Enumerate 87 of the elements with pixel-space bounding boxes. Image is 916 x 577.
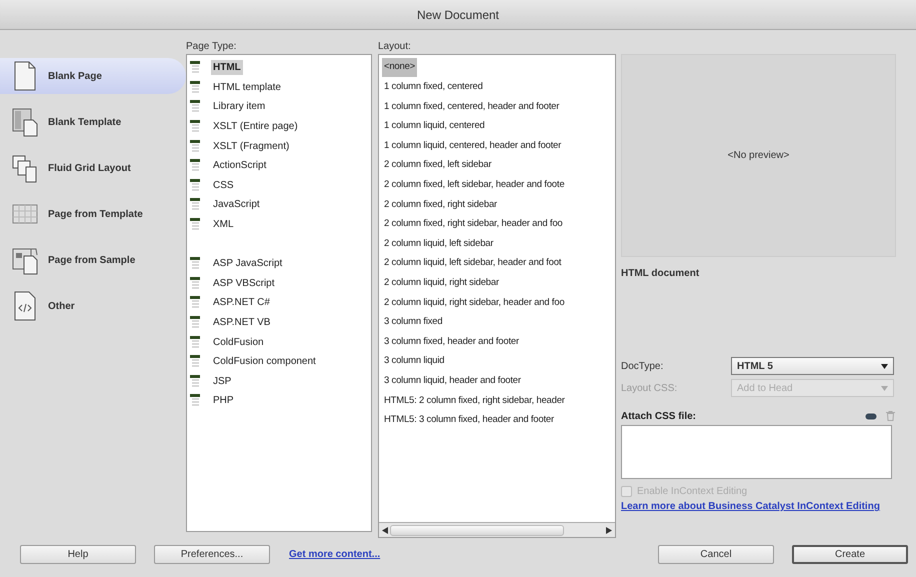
layout-item[interactable]: 2 column liquid, right sidebar bbox=[382, 276, 501, 290]
page-type-item[interactable]: HTML bbox=[190, 58, 371, 78]
dropdown-arrow-icon bbox=[881, 386, 888, 390]
layout-item[interactable]: 1 column fixed, centered, header and footer bbox=[382, 100, 562, 114]
document-icon bbox=[190, 276, 201, 290]
page-type-item[interactable]: XML bbox=[190, 214, 371, 234]
layout-item[interactable]: 2 column liquid, left sidebar bbox=[382, 236, 496, 252]
layout-item[interactable]: 3 column fixed bbox=[382, 315, 444, 330]
code-icon bbox=[12, 291, 38, 321]
document-icon bbox=[190, 100, 201, 114]
page-type-item[interactable]: ColdFusion bbox=[190, 332, 371, 352]
layout-item[interactable]: 1 column liquid, centered bbox=[382, 119, 487, 134]
fluid-icon bbox=[12, 153, 38, 183]
document-icon bbox=[190, 336, 201, 349]
link-icon[interactable] bbox=[865, 412, 877, 420]
category-item[interactable]: Page from Template bbox=[0, 196, 186, 232]
layout-item[interactable]: 2 column liquid, right sidebar, header and foo bbox=[382, 296, 566, 310]
dropdown-arrow-icon bbox=[881, 364, 888, 368]
scroll-right-icon[interactable] bbox=[606, 526, 612, 534]
preview-text: <No preview> bbox=[728, 149, 790, 163]
page-type-item[interactable]: XSLT (Fragment) bbox=[190, 136, 371, 156]
doctype-label: DocType: bbox=[621, 360, 664, 374]
document-icon bbox=[190, 316, 201, 330]
page-type-item[interactable]: ASP VBScript bbox=[190, 274, 371, 294]
document-icon bbox=[190, 257, 201, 270]
page-type-item[interactable]: JSP bbox=[190, 372, 371, 392]
page-type-item[interactable]: Library item bbox=[190, 97, 371, 117]
page-type-item[interactable]: ColdFusion component bbox=[190, 352, 371, 372]
layout-item[interactable]: 2 column fixed, left sidebar bbox=[382, 158, 494, 173]
layout-css-label: Layout CSS: bbox=[621, 382, 678, 396]
document-icon bbox=[190, 374, 201, 388]
category-item[interactable]: Fluid Grid Layout bbox=[0, 150, 186, 186]
template-icon bbox=[12, 107, 38, 137]
category-item[interactable]: Blank Template bbox=[0, 104, 186, 140]
layout-item[interactable]: 3 column liquid, header and footer bbox=[382, 374, 523, 388]
horizontal-scrollbar[interactable] bbox=[379, 522, 615, 537]
layout-item[interactable]: 2 column fixed, left sidebar, header and foote bbox=[382, 178, 566, 192]
page-type-item[interactable]: PHP bbox=[190, 391, 371, 411]
category-item[interactable]: Page from Sample bbox=[0, 242, 186, 278]
layout-item[interactable]: 2 column fixed, right sidebar bbox=[382, 198, 500, 212]
layout-item[interactable]: 3 column fixed, header and footer bbox=[382, 334, 521, 350]
page-type-item[interactable]: ActionScript bbox=[190, 156, 371, 176]
document-icon bbox=[190, 198, 201, 212]
page-type-item[interactable]: XSLT (Entire page) bbox=[190, 116, 371, 136]
page-icon bbox=[12, 61, 38, 91]
document-icon bbox=[190, 394, 201, 408]
layout-item[interactable]: HTML5: 3 column fixed, header and footer bbox=[382, 413, 556, 428]
learn-more-link[interactable]: Learn more about Business Catalyst InContext Editing bbox=[621, 501, 886, 513]
document-icon bbox=[190, 120, 201, 134]
page-type-item[interactable]: HTML template bbox=[190, 78, 371, 98]
page-type-label: Page Type: bbox=[186, 40, 238, 54]
layout-label: Layout: bbox=[378, 40, 412, 54]
get-more-content-link[interactable]: Get more content... bbox=[289, 546, 380, 562]
layout-item[interactable]: 2 column liquid, left sidebar, header and foot bbox=[382, 256, 564, 271]
dialog-button[interactable]: Cancel bbox=[658, 544, 774, 564]
document-icon bbox=[190, 296, 201, 310]
layout-item[interactable]: 3 column liquid bbox=[382, 354, 446, 369]
layout-item[interactable]: <none> bbox=[382, 58, 418, 77]
category-item[interactable]: Other bbox=[0, 288, 186, 324]
layout-item[interactable]: HTML5: 2 column fixed, right sidebar, header bbox=[382, 394, 567, 408]
document-icon bbox=[190, 140, 201, 153]
layout-item[interactable]: 1 column fixed, centered bbox=[382, 80, 485, 94]
page-type-item[interactable]: ASP.NET VB bbox=[190, 312, 371, 332]
document-icon bbox=[190, 61, 201, 74]
dialog-button[interactable]: Help bbox=[20, 544, 136, 564]
page-type-item[interactable]: ASP JavaScript bbox=[190, 254, 371, 274]
page-type-item[interactable]: ASP.NET C# bbox=[190, 293, 371, 313]
scroll-left-icon[interactable] bbox=[382, 526, 388, 534]
doctype-select[interactable]: HTML 5 bbox=[731, 357, 894, 375]
dialog-button[interactable]: Preferences... bbox=[154, 544, 270, 564]
attach-css-label: Attach CSS file: bbox=[621, 410, 698, 424]
layout-item[interactable]: 1 column liquid, centered, header and footer bbox=[382, 138, 564, 154]
page-type-list[interactable]: HTML HTML template Library item XSLT (Entire page) XSLT (Fragment) ActionScript CSS JavaScript XML ASP JavaScript ASP VBScript ASP.NET C# ASP.NET VB ColdFusion ColdFusion component JSP PHP bbox=[186, 54, 372, 532]
description-text: HTML document bbox=[621, 267, 700, 281]
css-file-list[interactable] bbox=[621, 425, 892, 479]
window-title: New Document bbox=[416, 6, 500, 24]
layout-item[interactable]: 2 column fixed, right sidebar, header and foo bbox=[382, 217, 564, 232]
document-icon bbox=[190, 80, 201, 94]
document-icon bbox=[190, 159, 201, 172]
dialog-button[interactable]: Create bbox=[792, 544, 908, 564]
layout-list[interactable] bbox=[378, 54, 616, 538]
page-type-item[interactable]: JavaScript bbox=[190, 195, 371, 215]
page-type-item[interactable]: CSS bbox=[190, 176, 371, 196]
document-icon bbox=[190, 355, 201, 368]
document-icon bbox=[190, 218, 201, 232]
document-icon bbox=[190, 178, 201, 192]
category-item[interactable]: Blank Page bbox=[0, 58, 186, 94]
